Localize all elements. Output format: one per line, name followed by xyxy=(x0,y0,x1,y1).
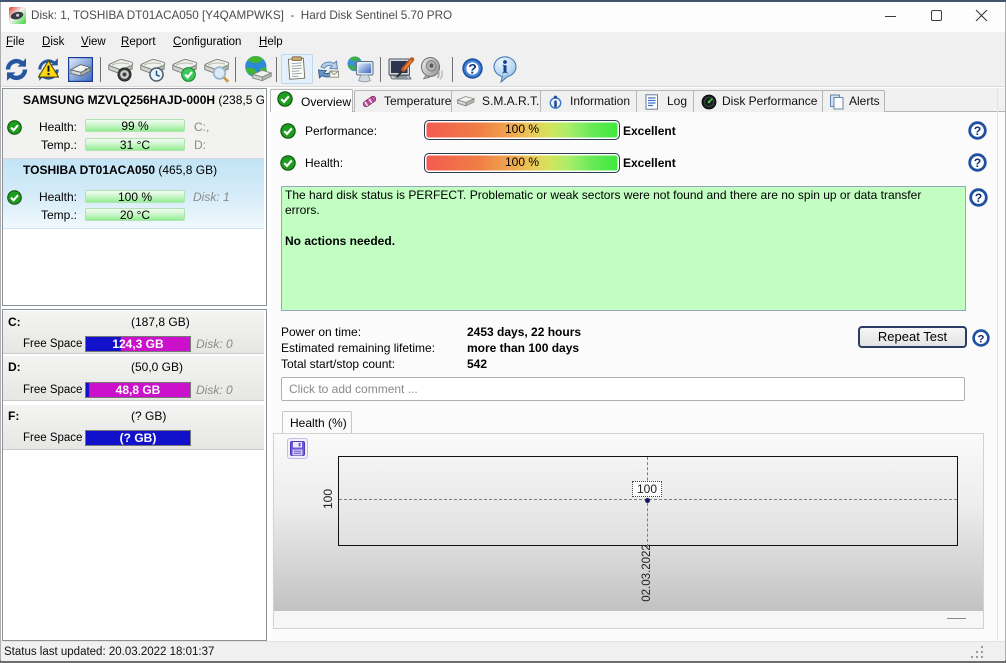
svg-text:?: ? xyxy=(974,124,981,138)
svg-text:?: ? xyxy=(468,61,477,77)
svg-text:?: ? xyxy=(974,156,981,170)
svg-text:?: ? xyxy=(975,191,982,205)
svg-text:?: ? xyxy=(978,333,985,345)
